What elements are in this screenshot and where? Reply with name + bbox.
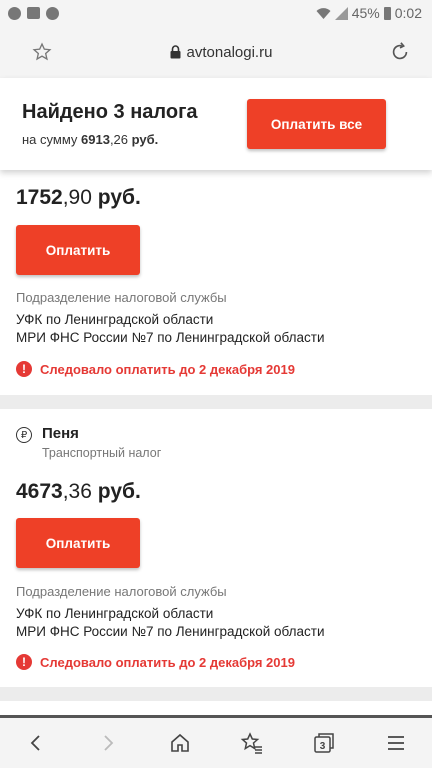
department-label: Подразделение налоговой службы [16,290,227,305]
summary-text: Найдено 3 налога на сумму 6913,26 руб. [22,101,198,147]
summary-total-frac: ,26 [109,132,129,147]
system-indicators: 45% 0:02 [316,5,422,21]
tax-amount-frac: ,36 [62,480,92,503]
tax-title-block: Пеня Транспортный налог [42,425,161,460]
tax-amount: 1752,90 руб. [16,186,141,210]
tax-amount-whole: 1752 [16,186,63,209]
tabs-count: 3 [320,741,326,752]
wifi-icon [316,7,331,19]
reload-icon[interactable] [386,38,414,66]
tax-card [0,701,432,715]
alert-icon: ! [16,654,32,670]
facebook-icon [46,6,59,20]
tax-name: Пеня [42,425,79,442]
department-label: Подразделение налоговой службы [16,584,227,599]
battery-icon [383,6,391,20]
department-line-2: МРИ ФНС России №7 по Ленинградской облас… [16,624,325,639]
browser-bottom-nav: 3 [0,715,432,768]
due-date-warning: ! Следовало оплатить до 2 декабря 2019 [16,654,295,670]
lock-icon [170,45,181,59]
summary-total-currency: руб. [131,132,159,147]
warning-text: Следовало оплатить до 2 декабря 2019 [40,654,295,670]
home-icon[interactable] [160,723,200,763]
tax-amount-frac: ,90 [62,186,92,209]
tax-list: 1752,90 руб. Оплатить Подразделение нало… [0,170,432,715]
facebook-icon [8,6,21,20]
url-text: avtonalogi.ru [186,43,273,61]
department-line-2: МРИ ФНС России №7 по Ленинградской облас… [16,330,325,345]
pay-all-button[interactable]: Оплатить все [247,99,386,149]
summary-title: Найдено 3 налога [22,101,198,123]
tax-type: Транспортный налог [42,446,162,460]
bookmark-star-icon[interactable] [28,38,56,66]
tax-amount-currency: руб. [97,186,141,209]
address-field[interactable]: avtonalogi.ru [170,43,273,61]
tax-header: ₽ Пеня Транспортный налог [16,425,161,460]
battery-percent: 45% [351,5,380,21]
signal-icon [334,6,348,20]
tax-amount-currency: руб. [97,480,141,503]
tax-summary-header: Найдено 3 налога на сумму 6913,26 руб. О… [0,78,432,170]
tax-amount: 4673,36 руб. [16,480,141,504]
back-icon[interactable] [16,723,56,763]
forward-icon[interactable] [88,723,128,763]
menu-icon[interactable] [376,723,416,763]
summary-total-prefix: на сумму [22,132,82,147]
alert-icon: ! [16,361,32,377]
tax-amount-whole: 4673 [16,480,63,503]
pay-button[interactable]: Оплатить [16,225,140,275]
notification-icons [8,6,59,20]
browser-url-bar: avtonalogi.ru [0,26,432,78]
department-line-1: УФК по Ленинградской области [16,606,214,621]
department-line-1: УФК по Ленинградской области [16,312,214,327]
tax-card: ₽ Пеня Транспортный налог 4673,36 руб. О… [0,409,432,687]
tabs-icon[interactable]: 3 [304,723,344,763]
summary-total: на сумму 6913,26 руб. [22,132,198,147]
tax-card: 1752,90 руб. Оплатить Подразделение нало… [0,170,432,395]
summary-total-whole: 6913 [81,132,110,147]
clock: 0:02 [394,5,422,21]
status-bar: 45% 0:02 [0,0,432,26]
bookmarks-icon[interactable] [232,723,272,763]
warning-text: Следовало оплатить до 2 декабря 2019 [40,361,295,377]
ruble-icon: ₽ [16,427,32,443]
due-date-warning: ! Следовало оплатить до 2 декабря 2019 [16,361,295,377]
image-icon [27,7,40,19]
pay-button[interactable]: Оплатить [16,518,140,568]
